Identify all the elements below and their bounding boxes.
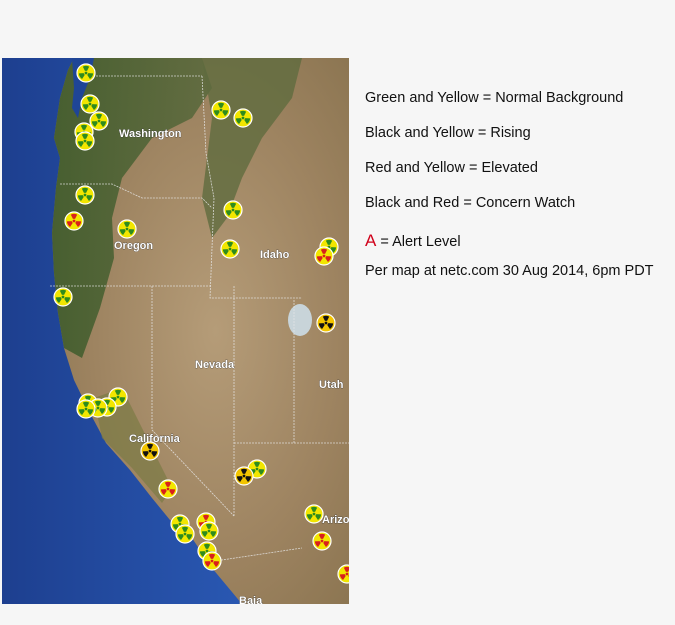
marker-normal-icon[interactable]	[175, 524, 195, 544]
legend-concern-watch: Black and Red = Concern Watch	[365, 195, 576, 211]
marker-normal-icon[interactable]	[304, 504, 324, 524]
map-canvas: Washington Oregon Idaho Nevada Utah Cali…	[2, 58, 349, 604]
satellite-map: Washington Oregon Idaho Nevada Utah Cali…	[2, 58, 349, 604]
legend-elevated: Red and Yellow = Elevated	[365, 160, 538, 176]
marker-elevated-icon[interactable]	[314, 246, 334, 266]
marker-normal-icon[interactable]	[89, 111, 109, 131]
label-oregon: Oregon	[114, 240, 153, 252]
label-nevada: Nevada	[195, 359, 235, 371]
label-washington: Washington	[119, 128, 182, 140]
marker-rising-icon[interactable]	[316, 313, 336, 333]
marker-elevated-icon[interactable]	[312, 531, 332, 551]
alert-text: = Alert Level	[380, 234, 461, 250]
legend-source: Per map at netc.com 30 Aug 2014, 6pm PDT	[365, 263, 654, 279]
marker-normal-icon[interactable]	[76, 399, 96, 419]
marker-elevated-icon[interactable]	[202, 551, 222, 571]
marker-normal-icon[interactable]	[80, 94, 100, 114]
marker-normal-icon[interactable]	[53, 287, 73, 307]
legend-alert: A = Alert Level	[365, 231, 670, 261]
legend-rising: Black and Yellow = Rising	[365, 125, 531, 141]
alert-symbol: A	[365, 231, 377, 250]
label-idaho: Idaho	[260, 249, 290, 261]
marker-normal-icon[interactable]	[211, 100, 231, 120]
label-baja: Baja	[239, 595, 263, 604]
marker-normal-icon[interactable]	[223, 200, 243, 220]
label-utah: Utah	[319, 379, 344, 391]
marker-normal-icon[interactable]	[199, 521, 219, 541]
marker-rising-icon[interactable]	[234, 466, 254, 486]
marker-normal-icon[interactable]	[75, 185, 95, 205]
marker-normal-icon[interactable]	[233, 108, 253, 128]
legend: Green and Yellow = Normal Background Bla…	[365, 88, 670, 296]
marker-elevated-icon[interactable]	[64, 211, 84, 231]
marker-normal-icon[interactable]	[220, 239, 240, 259]
marker-elevated-icon[interactable]	[158, 479, 178, 499]
great-salt-lake	[288, 304, 312, 336]
legend-normal: Green and Yellow = Normal Background	[365, 90, 624, 106]
label-arizona: Arizona	[322, 514, 349, 526]
marker-normal-icon[interactable]	[76, 63, 96, 83]
marker-normal-icon[interactable]	[75, 131, 95, 151]
marker-rising-icon[interactable]	[140, 441, 160, 461]
marker-normal-icon[interactable]	[117, 219, 137, 239]
